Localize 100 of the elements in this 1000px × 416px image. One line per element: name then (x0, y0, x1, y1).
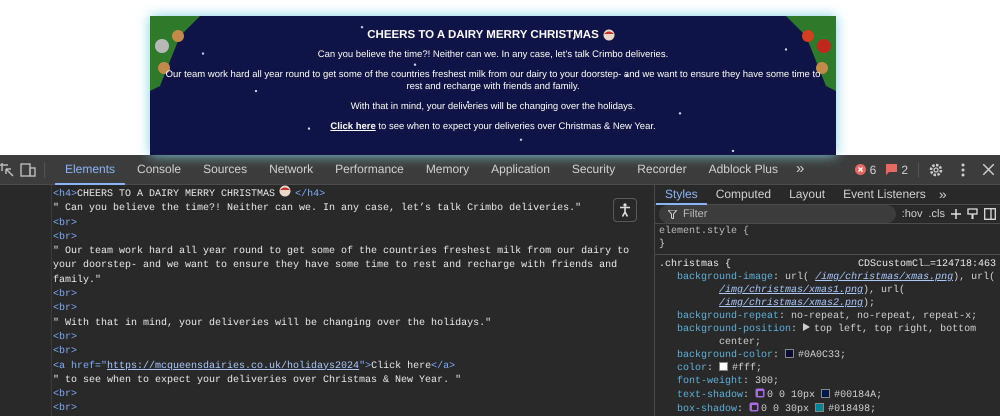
sidebar-icon[interactable] (984, 208, 996, 220)
error-icon[interactable] (854, 164, 866, 175)
url-link[interactable]: https://mcqueensdairies.co.uk/holidays2024 (107, 360, 360, 372)
settings-icon[interactable] (929, 162, 943, 176)
colon: : (791, 324, 798, 335)
css-value: 0 0 30px (761, 404, 810, 415)
html-tag: "> (359, 360, 372, 372)
devtools-tab[interactable]: Elements (55, 154, 126, 184)
inspect-icon[interactable] (0, 162, 14, 176)
banner-paragraph: With that in mind, your deliveries will be changing over the holidays. (350, 101, 636, 113)
more-tabs-button[interactable]: » (796, 158, 804, 181)
devtools-tab[interactable]: Adblock Plus (698, 154, 788, 184)
source-link[interactable]: CDScustomCl…=124718:463 (858, 258, 996, 271)
url-link[interactable]: /img/christmas/xmas.png (815, 272, 954, 283)
color-swatch[interactable] (821, 389, 830, 398)
css-property: text-shadow (677, 390, 744, 401)
rule-selector: element.style { (659, 225, 750, 238)
css-value: ), url( (863, 285, 906, 296)
colon: : (737, 404, 744, 415)
hover-state-toggle[interactable]: :hov (902, 206, 922, 222)
devtools-tab[interactable]: Recorder (627, 154, 697, 184)
filter-field[interactable]: Filter (659, 205, 896, 223)
html-tag: <h4> (53, 189, 78, 200)
html-tag: <br> (53, 389, 78, 400)
css-value: top left, top right, bottom (814, 324, 976, 335)
device-toolbar-icon[interactable] (20, 162, 36, 176)
css-value: #018498; (828, 404, 876, 415)
devtools-tab[interactable]: Performance (325, 154, 414, 184)
html-tag: </h4> (295, 189, 326, 200)
banner-paragraph: Our team work hard all year round to get some of the countries freshest milk from our dairy to your doorstep- and we want to ensure they have some time to rest and recharge with friends and family. (164, 69, 822, 93)
accessibility-button[interactable] (613, 198, 637, 222)
css-value: no-repeat, no-repeat, repeat-x; (791, 311, 978, 322)
devtools-tab[interactable]: Network (259, 154, 324, 184)
css-value: #0A0C33; (798, 350, 846, 361)
devtools-tab[interactable]: Application (481, 154, 560, 184)
issue-icon[interactable] (886, 164, 898, 175)
code-text: " With that in mind, your deliveries will be changing over the holidays." (53, 318, 492, 329)
paint-icon[interactable] (967, 208, 978, 220)
rule-selector: .christmas { (659, 258, 732, 271)
html-tag: <br> (53, 232, 78, 243)
css-property: background-image (677, 272, 774, 283)
css-value: url( (785, 272, 810, 283)
html-tag: <a href=" (53, 360, 108, 372)
color-swatch[interactable] (719, 362, 728, 371)
issue-count: 2 (901, 162, 908, 178)
code-text: " Can you believe the time?! Neither can we. In any case, let’s talk Crimbo deliveries." (53, 203, 582, 214)
html-tag: <br> (53, 218, 78, 229)
styles-tab[interactable]: Computed (706, 184, 780, 204)
more-tabs-button[interactable]: » (938, 184, 947, 205)
expand-triangle-icon[interactable] (803, 323, 810, 331)
colon: : (707, 363, 714, 374)
filter-icon (668, 210, 677, 218)
rule-brace: } (659, 238, 666, 251)
html-tag: <br> (53, 289, 78, 300)
css-value: ), url( (953, 272, 996, 283)
color-swatch[interactable] (815, 403, 824, 412)
html-tag: <br> (53, 303, 78, 314)
url-link[interactable]: /img/christmas/xmas1.png (719, 285, 864, 296)
more-options-icon[interactable] (961, 162, 965, 176)
code-text: " to see when to expect your deliveries over Christmas & New Year. " (53, 374, 462, 386)
css-property: font-weight (677, 376, 744, 387)
styles-tab[interactable]: Event Listeners (834, 184, 935, 204)
colon: : (779, 311, 786, 322)
click-here-link[interactable]: Click here (330, 121, 376, 132)
close-icon[interactable] (983, 164, 994, 175)
css-property: box-shadow (677, 404, 738, 415)
colon: : (743, 390, 750, 401)
plus-icon[interactable] (951, 209, 961, 219)
colon: : (773, 350, 780, 361)
color-swatch[interactable] (785, 349, 794, 358)
shadow-editor-icon[interactable] (755, 388, 766, 398)
banner-title: CHEERS TO A DAIRY MERRY CHRISTMAS (367, 29, 599, 41)
devtools-tab[interactable]: Memory (416, 154, 480, 184)
emoji-icon (602, 29, 615, 41)
code-text: CHEERS TO A DAIRY MERRY CHRISTMAS (77, 189, 276, 200)
css-value: 300; (755, 376, 780, 387)
shadow-editor-icon[interactable] (749, 402, 760, 412)
css-property: background-position (677, 324, 792, 335)
html-tag: <br> (53, 403, 78, 414)
code-text: " Our team work hard all year round to get some of the countries freshest milk from our dairy to your doorstep- and we want to ensure they have some time to rest and recharge with friends and family." (53, 246, 630, 286)
devtools-tab[interactable]: Sources (193, 154, 258, 184)
css-property: color (677, 363, 708, 374)
devtools-tab[interactable]: Security (562, 154, 626, 184)
url-link[interactable]: /img/christmas/xmas2.png (719, 298, 864, 309)
css-property: background-color (677, 350, 774, 361)
colon: : (773, 272, 780, 283)
css-value: center; (719, 337, 762, 348)
html-tag: <br> (53, 346, 78, 358)
colon: : (743, 376, 750, 387)
css-value: #fff; (732, 363, 762, 374)
error-count: 6 (870, 162, 876, 178)
html-tag: </a> (431, 360, 456, 372)
banner-paragraph: to see when to expect your deliveries over Christmas & New Year. (378, 121, 656, 132)
class-toggle[interactable]: .cls (928, 206, 945, 222)
styles-tab[interactable]: Layout (780, 184, 834, 204)
banner-paragraph: Can you believe the time?! Neither can we. In any case, let’s talk Crimbo deliveries. (318, 49, 668, 61)
accessibility-icon (619, 203, 631, 217)
code-text: Click here (371, 360, 432, 372)
devtools-tab[interactable]: Console (127, 154, 192, 184)
css-property: background-repeat (677, 311, 780, 322)
